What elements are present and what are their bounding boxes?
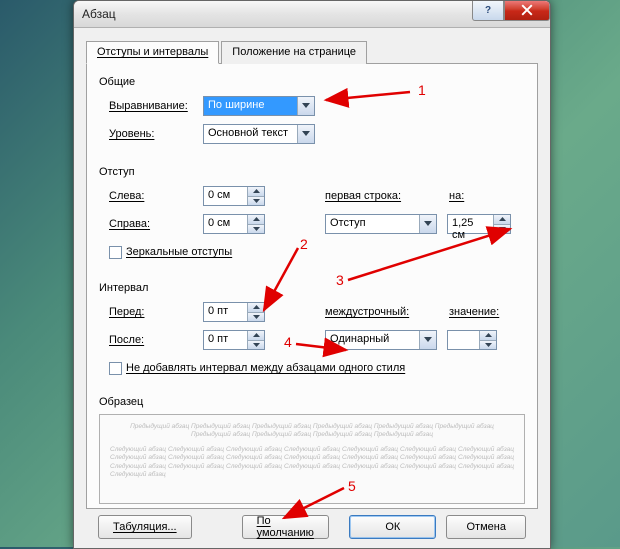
line-value: Одинарный — [326, 331, 419, 349]
chevron-down-icon — [297, 125, 314, 143]
tab-indents[interactable]: Отступы и интервалы — [86, 41, 219, 64]
chevron-down-icon[interactable] — [248, 197, 264, 206]
before-label: Перед: — [109, 306, 203, 318]
level-value: Основной текст — [204, 125, 297, 143]
preview-after: Следующий абзац Следующий абзац Следующи… — [110, 446, 514, 480]
titlebar: Абзац ? — [74, 1, 550, 28]
section-spacing: Интервал — [99, 282, 525, 294]
default-button[interactable]: По умолчанию — [242, 515, 330, 539]
annotation-2: 2 — [300, 236, 308, 252]
by-spinner[interactable]: 1,25 см — [447, 214, 511, 234]
after-label: После: — [109, 334, 203, 346]
alignment-label: Выравнивание: — [109, 100, 203, 112]
close-icon — [521, 4, 533, 16]
level-dropdown[interactable]: Основной текст — [203, 124, 315, 144]
at-value — [448, 331, 479, 349]
section-preview: Образец — [99, 396, 525, 408]
section-indent: Отступ — [99, 166, 525, 178]
mirror-checkbox[interactable] — [109, 246, 122, 259]
tab-strip: Отступы и интервалы Положение на страниц… — [86, 40, 538, 64]
preview-before: Предыдущий абзац Предыдущий абзац Предыд… — [110, 423, 514, 440]
window-title: Абзац — [82, 7, 116, 21]
help-button[interactable]: ? — [472, 0, 504, 21]
close-button[interactable] — [504, 0, 550, 21]
alignment-value: По ширине — [204, 97, 297, 115]
dialog-window: Абзац ? Отступы и интервалы Положение на… — [73, 0, 551, 549]
chevron-down-icon — [297, 97, 314, 115]
line-label: междустрочный: — [325, 306, 431, 318]
chevron-up-icon[interactable] — [248, 303, 264, 313]
chevron-down-icon[interactable] — [494, 225, 510, 234]
after-spinner[interactable]: 0 пт — [203, 330, 265, 350]
annotation-1: 1 — [418, 82, 426, 98]
chevron-down-icon[interactable] — [248, 341, 264, 350]
after-value: 0 пт — [204, 331, 247, 349]
chevron-down-icon — [419, 331, 436, 349]
chevron-up-icon[interactable] — [248, 215, 264, 225]
indent-left-spinner[interactable]: 0 см — [203, 186, 265, 206]
chevron-down-icon[interactable] — [480, 341, 496, 350]
first-line-label: первая строка: — [325, 190, 431, 202]
level-label: Уровень: — [109, 128, 203, 140]
ok-button[interactable]: ОК — [349, 515, 436, 539]
no-space-checkbox[interactable] — [109, 362, 122, 375]
before-value: 0 пт — [204, 303, 247, 321]
annotation-3: 3 — [336, 272, 344, 288]
tabs-button[interactable]: Табуляция... — [98, 515, 192, 539]
line-dropdown[interactable]: Одинарный — [325, 330, 437, 350]
before-spinner[interactable]: 0 пт — [203, 302, 265, 322]
indent-right-label: Справа: — [109, 218, 203, 230]
tab-position-label: Положение на странице — [232, 46, 356, 58]
section-general: Общие — [99, 76, 525, 88]
chevron-up-icon[interactable] — [494, 215, 510, 225]
tab-position[interactable]: Положение на странице — [221, 41, 367, 64]
at-label: значение: — [449, 306, 499, 318]
chevron-up-icon[interactable] — [248, 187, 264, 197]
indent-right-value: 0 см — [204, 215, 247, 233]
by-label: на: — [449, 190, 464, 202]
cancel-button[interactable]: Отмена — [446, 515, 526, 539]
indent-left-value: 0 см — [204, 187, 247, 205]
annotation-5: 5 — [348, 478, 356, 494]
tab-indents-label: Отступы и интервалы — [97, 46, 208, 58]
chevron-down-icon[interactable] — [248, 313, 264, 322]
no-space-label: Не добавлять интервал между абзацами одн… — [126, 362, 405, 374]
chevron-down-icon — [419, 215, 436, 233]
mirror-label: Зеркальные отступы — [126, 246, 232, 258]
chevron-up-icon[interactable] — [480, 331, 496, 341]
first-line-value: Отступ — [326, 215, 419, 233]
chevron-down-icon[interactable] — [248, 225, 264, 234]
first-line-dropdown[interactable]: Отступ — [325, 214, 437, 234]
indent-left-label: Слева: — [109, 190, 203, 202]
alignment-dropdown[interactable]: По ширине — [203, 96, 315, 116]
at-spinner[interactable] — [447, 330, 497, 350]
by-value: 1,25 см — [448, 215, 493, 233]
chevron-up-icon[interactable] — [248, 331, 264, 341]
annotation-4: 4 — [284, 334, 292, 350]
indent-right-spinner[interactable]: 0 см — [203, 214, 265, 234]
preview-box: Предыдущий абзац Предыдущий абзац Предыд… — [99, 414, 525, 504]
